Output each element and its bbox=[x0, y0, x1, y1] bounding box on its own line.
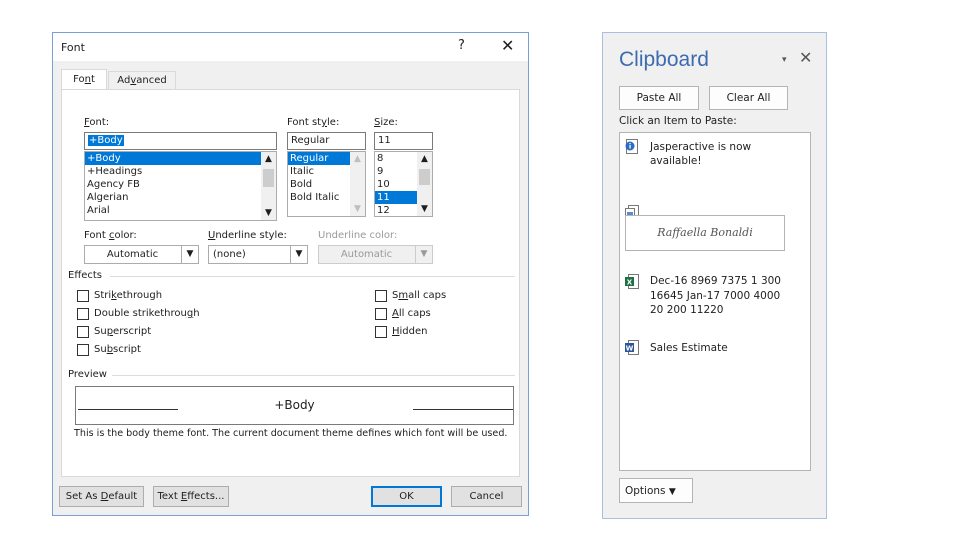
preview-label: Preview bbox=[68, 369, 107, 380]
options-button[interactable]: Options ▼ bbox=[619, 478, 693, 503]
clipboard-title: Clipboard bbox=[619, 48, 709, 71]
clear-all-button[interactable]: Clear All bbox=[709, 86, 788, 110]
pane-options-icon[interactable]: ▾ bbox=[782, 55, 787, 65]
chevron-down-icon[interactable]: ▼ bbox=[290, 246, 307, 263]
chevron-down-icon[interactable]: ▼ bbox=[261, 206, 276, 220]
scroll-thumb[interactable] bbox=[419, 169, 430, 185]
text-effects-button[interactable]: Text Effects... bbox=[153, 486, 229, 507]
chevron-up-icon[interactable]: ▲ bbox=[417, 152, 432, 166]
font-style-scrollbar[interactable]: ▲ ▼ bbox=[350, 152, 365, 216]
checkbox-box[interactable] bbox=[77, 326, 89, 338]
info-icon bbox=[625, 139, 638, 154]
underline-color-value: Automatic bbox=[340, 249, 393, 260]
help-button[interactable]: ? bbox=[458, 38, 465, 53]
tab-advanced[interactable]: Advanced bbox=[108, 71, 176, 89]
image-thumbnail: Raffaella Bonaldi bbox=[625, 215, 785, 251]
word-icon: W bbox=[625, 340, 639, 355]
chevron-up-icon[interactable]: ▲ bbox=[350, 152, 365, 166]
ok-button[interactable]: OK bbox=[371, 486, 442, 507]
underline-color-label: Underline color: bbox=[318, 230, 398, 241]
tab-font[interactable]: Font bbox=[61, 69, 107, 91]
checkbox-box[interactable] bbox=[77, 308, 89, 320]
chevron-down-icon[interactable]: ▼ bbox=[350, 202, 365, 216]
svg-text:W: W bbox=[626, 345, 634, 353]
size-list-scrollbar[interactable]: ▲ ▼ bbox=[417, 152, 432, 216]
font-list[interactable]: +Body +Headings Agency FB Algerian Arial… bbox=[84, 151, 277, 221]
effects-divider bbox=[110, 276, 515, 277]
checkbox-box[interactable] bbox=[375, 308, 387, 320]
preview-baseline-right bbox=[413, 409, 513, 410]
font-color-label: Font color: bbox=[84, 230, 137, 241]
font-label: Font: bbox=[84, 117, 110, 128]
checkbox-box[interactable] bbox=[77, 344, 89, 356]
font-list-item[interactable]: Arial bbox=[85, 204, 276, 217]
underline-color-dropdown: Automatic ▼ bbox=[318, 245, 433, 264]
chevron-down-icon: ▼ bbox=[415, 246, 432, 263]
clipboard-items-list: Jasperactive is now available! Raffaella… bbox=[619, 132, 811, 471]
preview-box: +Body bbox=[75, 386, 514, 425]
checkbox-box[interactable] bbox=[375, 326, 387, 338]
font-name-input[interactable]: +Body bbox=[84, 132, 277, 150]
font-list-scrollbar[interactable]: ▲ ▼ bbox=[261, 152, 276, 220]
font-style-item[interactable]: Regular bbox=[288, 152, 350, 165]
svg-text:X: X bbox=[627, 279, 633, 287]
excel-icon: X bbox=[625, 274, 639, 289]
underline-style-value: (none) bbox=[213, 249, 246, 260]
dropdown-arrow-icon: ▼ bbox=[668, 487, 676, 497]
font-color-dropdown[interactable]: Automatic ▼ bbox=[84, 245, 199, 264]
effects-label: Effects bbox=[68, 270, 102, 281]
font-style-input[interactable]: Regular bbox=[287, 132, 366, 150]
font-list-item[interactable]: Algerian bbox=[85, 191, 276, 204]
size-item[interactable]: 11 bbox=[375, 191, 417, 204]
dialog-titlebar: Font ? ✕ bbox=[53, 33, 528, 61]
font-dialog: Font ? ✕ Font Advanced Font: +Body +Body… bbox=[52, 32, 529, 516]
cancel-button[interactable]: Cancel bbox=[451, 486, 522, 507]
close-button[interactable]: ✕ bbox=[501, 36, 514, 55]
font-style-label: Font style: bbox=[287, 117, 340, 128]
set-as-default-button[interactable]: Set As Default bbox=[59, 486, 144, 507]
font-list-item[interactable]: +Body bbox=[85, 152, 276, 165]
paste-hint: Click an Item to Paste: bbox=[619, 115, 737, 127]
font-list-item[interactable]: Agency FB bbox=[85, 178, 276, 191]
size-input[interactable]: 11 bbox=[374, 132, 433, 150]
underline-style-label: Underline style: bbox=[208, 230, 287, 241]
checkbox-box[interactable] bbox=[77, 290, 89, 302]
font-list-item[interactable]: +Headings bbox=[85, 165, 276, 178]
scroll-thumb[interactable] bbox=[263, 169, 274, 187]
clipboard-pane: Clipboard ▾ ✕ Paste All Clear All Click … bbox=[602, 32, 827, 519]
chevron-down-icon[interactable]: ▼ bbox=[181, 246, 198, 263]
chevron-down-icon[interactable]: ▼ bbox=[417, 202, 432, 216]
checkbox-box[interactable] bbox=[375, 290, 387, 302]
close-icon[interactable]: ✕ bbox=[799, 48, 812, 67]
size-label: Size: bbox=[374, 117, 398, 128]
font-color-value: Automatic bbox=[106, 249, 159, 260]
chevron-up-icon[interactable]: ▲ bbox=[261, 152, 276, 166]
dialog-title: Font bbox=[61, 41, 85, 54]
preview-divider bbox=[112, 375, 515, 376]
signature-image: Raffaella Bonaldi bbox=[657, 226, 753, 239]
font-style-list[interactable]: Regular Italic Bold Bold Italic ▲ ▼ bbox=[287, 151, 366, 217]
paste-all-button[interactable]: Paste All bbox=[619, 86, 699, 110]
preview-description: This is the body theme font. The current… bbox=[74, 428, 508, 439]
size-list[interactable]: 8 9 10 11 12 ▲ ▼ bbox=[374, 151, 433, 217]
underline-style-dropdown[interactable]: (none) ▼ bbox=[208, 245, 308, 264]
